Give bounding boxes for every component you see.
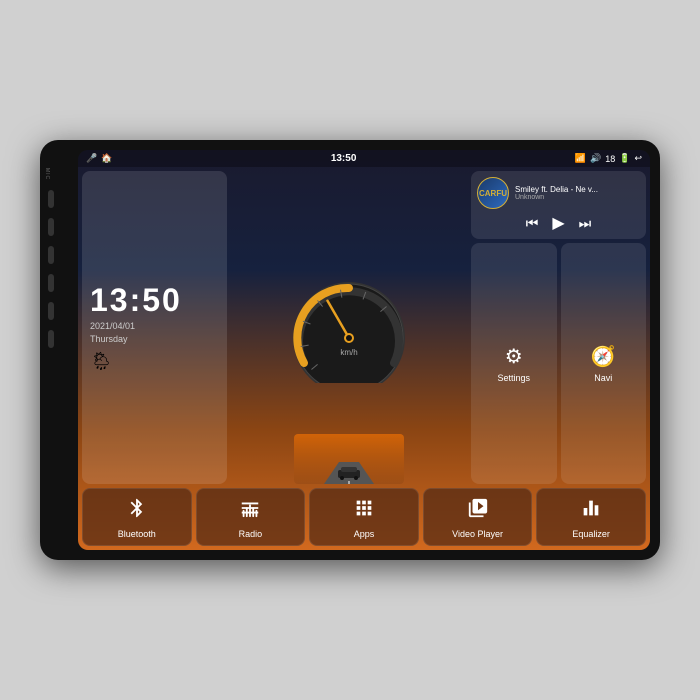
settings-label: Settings bbox=[497, 373, 530, 383]
music-top: CARFU Smiley ft. Delia - Ne v... Unknown bbox=[477, 177, 640, 209]
rst-button[interactable] bbox=[48, 190, 54, 208]
video-player-label: Video Player bbox=[452, 529, 503, 539]
music-widget: CARFU Smiley ft. Delia - Ne v... Unknown… bbox=[471, 171, 646, 239]
home-side-button[interactable] bbox=[48, 246, 54, 264]
settings-button[interactable]: ⚙ Settings bbox=[471, 243, 557, 484]
road-scene bbox=[294, 434, 404, 484]
wifi-icon: 📶 bbox=[575, 153, 586, 164]
music-controls: ⏮ ▶ ⏭ bbox=[477, 213, 640, 233]
screen: 🎤 🏠 13:50 📶 🔊 18 🔋 ↩ 13:50 2021/04/01 bbox=[78, 150, 650, 550]
clock-date: 2021/04/01 Thursday bbox=[90, 320, 219, 347]
navi-label: Navi bbox=[594, 373, 612, 383]
video-player-button[interactable]: Video Player bbox=[423, 488, 533, 546]
apps-icon bbox=[353, 497, 375, 525]
car-unit: MIC 🎤 🏠 13:50 📶 🔊 18 🔋 ↩ bbox=[40, 140, 660, 560]
music-logo: CARFU bbox=[477, 177, 509, 209]
bluetooth-icon bbox=[126, 497, 148, 525]
bluetooth-button[interactable]: Bluetooth bbox=[82, 488, 192, 546]
equalizer-icon bbox=[580, 497, 602, 525]
vol-up-button[interactable] bbox=[48, 302, 54, 320]
main-content: 13:50 2021/04/01 Thursday 🌦 bbox=[78, 167, 650, 488]
settings-icon: ⚙ bbox=[505, 344, 523, 369]
video-icon bbox=[467, 497, 489, 525]
navi-button[interactable]: 🧭 Navi bbox=[561, 243, 647, 484]
clock-widget: 13:50 2021/04/01 Thursday 🌦 bbox=[82, 171, 227, 484]
svg-text:km/h: km/h bbox=[340, 348, 357, 357]
volume-level: 18 bbox=[605, 154, 615, 164]
status-bar: 🎤 🏠 13:50 📶 🔊 18 🔋 ↩ bbox=[78, 150, 650, 167]
bluetooth-label: Bluetooth bbox=[118, 529, 156, 539]
next-button[interactable]: ⏭ bbox=[579, 215, 592, 232]
navigation-icon: 🧭 bbox=[591, 344, 616, 369]
status-right: 📶 🔊 18 🔋 ↩ bbox=[575, 153, 642, 164]
speedometer-svg: km/h bbox=[284, 273, 414, 383]
equalizer-button[interactable]: Equalizer bbox=[536, 488, 646, 546]
home-status-icon: 🏠 bbox=[101, 153, 112, 164]
volume-icon: 🔊 bbox=[590, 153, 601, 164]
prev-button[interactable]: ⏮ bbox=[526, 215, 539, 232]
radio-button[interactable]: Radio bbox=[196, 488, 306, 546]
status-left: 🎤 🏠 bbox=[86, 153, 112, 164]
mic-label: MIC bbox=[44, 168, 50, 180]
vol-down-button[interactable] bbox=[48, 330, 54, 348]
apps-label: Apps bbox=[354, 529, 375, 539]
settings-navi-row: ⚙ Settings 🧭 Navi bbox=[471, 243, 646, 484]
apps-button[interactable]: Apps bbox=[309, 488, 419, 546]
music-artist: Unknown bbox=[515, 194, 640, 201]
music-title: Smiley ft. Delia - Ne v... bbox=[515, 185, 640, 194]
weather-area: 🌦 bbox=[90, 351, 219, 372]
back-icon[interactable]: ↩ bbox=[634, 153, 642, 164]
status-time: 13:50 bbox=[331, 153, 357, 164]
music-info: Smiley ft. Delia - Ne v... Unknown bbox=[515, 185, 640, 201]
apps-row: Bluetooth Radio bbox=[78, 488, 650, 550]
power-button[interactable] bbox=[48, 218, 54, 236]
left-panel: 13:50 2021/04/01 Thursday 🌦 bbox=[82, 171, 227, 484]
mic-status-icon: 🎤 bbox=[86, 153, 97, 164]
radio-label: Radio bbox=[239, 529, 263, 539]
play-button[interactable]: ▶ bbox=[552, 213, 564, 233]
back-side-button[interactable] bbox=[48, 274, 54, 292]
clock-time: 13:50 bbox=[90, 284, 219, 316]
battery-icon: 🔋 bbox=[619, 153, 630, 164]
speedometer: km/h bbox=[284, 273, 414, 383]
middle-panel: km/h bbox=[231, 171, 467, 484]
right-panel: CARFU Smiley ft. Delia - Ne v... Unknown… bbox=[471, 171, 646, 484]
equalizer-label: Equalizer bbox=[572, 529, 610, 539]
radio-icon bbox=[239, 497, 261, 525]
side-buttons bbox=[48, 190, 54, 348]
weather-icon: 🌦 bbox=[90, 351, 113, 372]
